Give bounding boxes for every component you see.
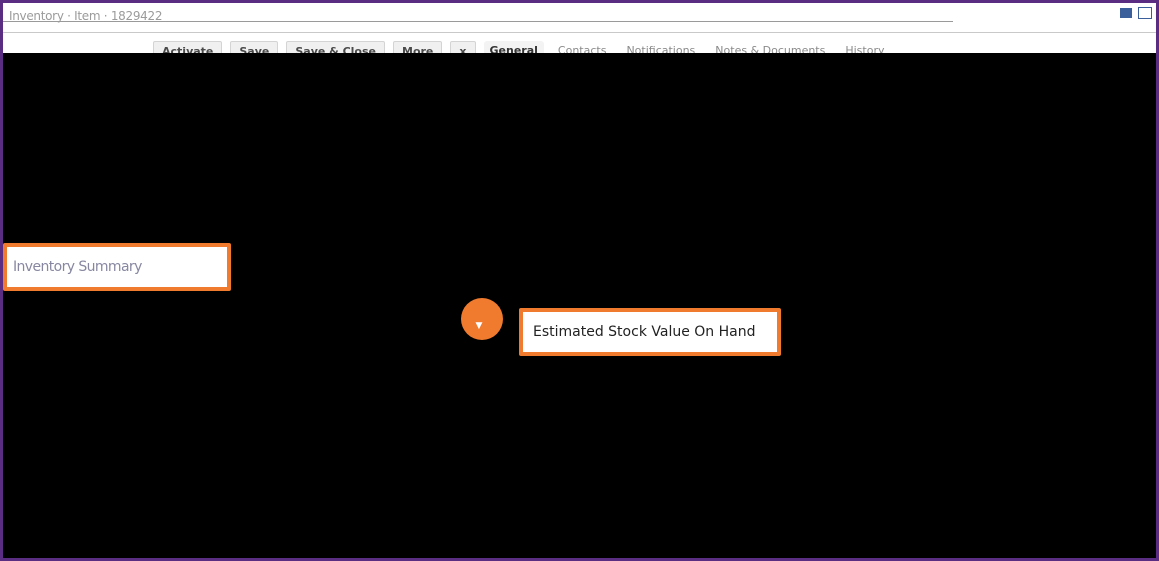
record-toolbar: Activate Save Save & Close More x Genera…: [153, 41, 891, 53]
tab-history[interactable]: History: [839, 41, 890, 53]
header-right-icons: [1120, 7, 1152, 19]
caret-down-icon: ▼: [475, 321, 483, 331]
background-app-header: Inventory · Item · 1829422 Activate Save…: [3, 3, 1156, 53]
tutorial-frame: Inventory · Item · 1829422 Activate Save…: [0, 0, 1159, 561]
section-label: Inventory Summary: [13, 259, 142, 275]
more-button[interactable]: More: [393, 41, 443, 53]
tab-general[interactable]: General: [483, 41, 544, 53]
dimming-overlay: Inventory Summary ▼ Estimated Stock Valu…: [3, 53, 1156, 558]
close-record-button[interactable]: x: [450, 41, 476, 53]
save-close-button[interactable]: Save & Close: [286, 41, 385, 53]
activate-button[interactable]: Activate: [153, 41, 223, 53]
window-icon[interactable]: [1120, 8, 1132, 18]
estimated-stock-value-callout[interactable]: Estimated Stock Value On Hand: [519, 308, 781, 356]
save-button[interactable]: Save: [230, 41, 279, 53]
tab-notes-documents[interactable]: Notes & Documents: [709, 41, 831, 53]
header-rule: [3, 21, 953, 22]
inventory-summary-callout[interactable]: Inventory Summary: [3, 243, 231, 291]
pointer-dot-icon[interactable]: ▼: [461, 298, 503, 340]
restore-icon[interactable]: [1138, 7, 1152, 19]
tab-notifications[interactable]: Notifications: [620, 41, 701, 53]
header-rule-lower: [3, 32, 1156, 33]
field-label: Estimated Stock Value On Hand: [533, 324, 756, 340]
tab-contacts[interactable]: Contacts: [552, 41, 613, 53]
